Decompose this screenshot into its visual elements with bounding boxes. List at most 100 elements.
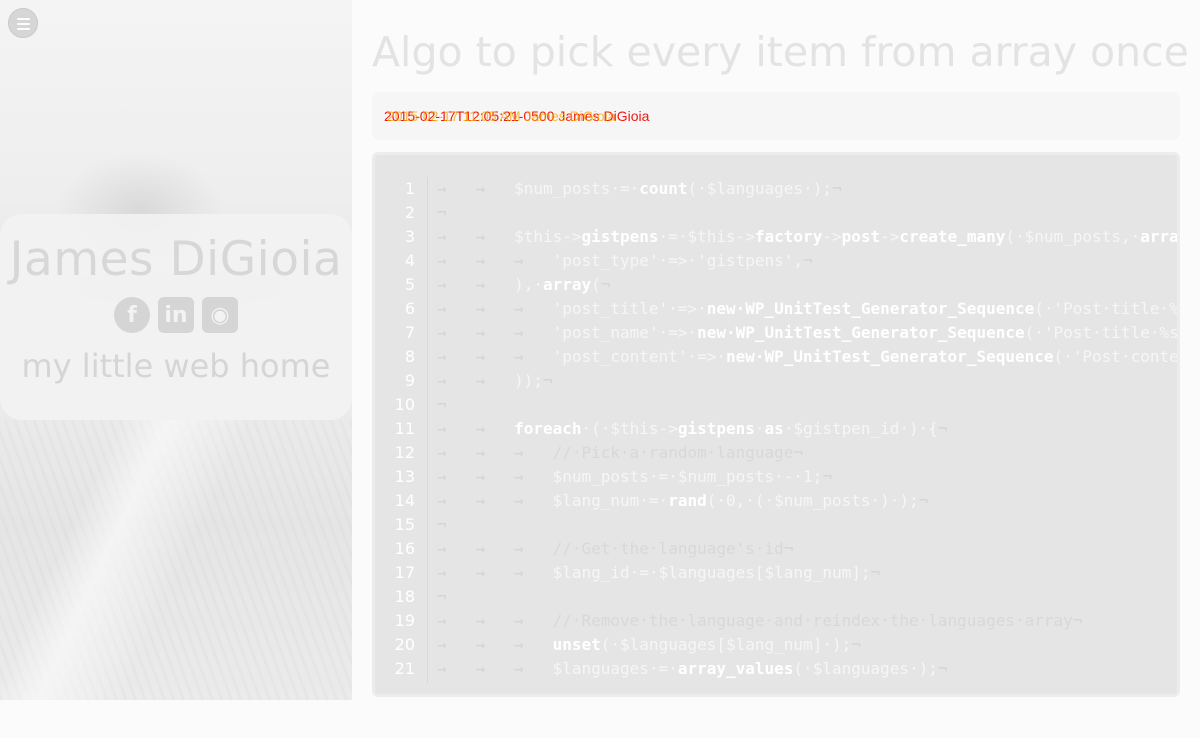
code-token: $this-> <box>514 227 582 246</box>
code-token: → → → <box>437 299 553 318</box>
site-tagline: my little web home <box>21 347 331 385</box>
line-number: 5 <box>404 275 415 294</box>
code-token: → → → <box>437 347 553 366</box>
code-token: → → → <box>437 443 553 462</box>
code-line: → → → $lang_num·=·rand(·0,·(·$num_posts·… <box>437 489 1177 513</box>
code-token: (·$languages·); <box>793 659 938 678</box>
line-number: 3 <box>404 227 415 246</box>
code-comment: //·Remove·the·language·and·reindex·the·l… <box>552 611 1073 630</box>
code-token: array_values <box>677 659 794 678</box>
code-line: → → → 'post_name'·=>·new·WP_UnitTest_Gen… <box>437 321 1177 345</box>
line-number: 4 <box>404 251 415 270</box>
code-line: → → → $languages·=·array_values(·$langua… <box>437 657 1177 681</box>
line-number: 15 <box>394 515 415 534</box>
code-line: ¬ <box>437 393 1177 417</box>
code-block: 1 2 3 4 5 6 7 8 9 10 11 12 13 14 15 16 17 18 19 20 21 → → $n… <box>372 152 1180 697</box>
code-token: as <box>764 419 784 438</box>
line-number: 8 <box>404 347 415 366</box>
code-line: → → → //·Pick·a·random·language¬ <box>437 441 1177 465</box>
code-token: (·'Post·title·%s'·), <box>1024 323 1179 342</box>
code-token: (·$languages·); <box>687 179 832 198</box>
code-token: $lang_num·=· <box>552 491 669 510</box>
code-line: ¬ <box>437 513 1177 537</box>
line-number-gutter: 1 2 3 4 5 6 7 8 9 10 11 12 13 14 15 16 17 18 19 20 21 <box>375 177 428 683</box>
line-number: 6 <box>404 299 415 318</box>
line-number: 21 <box>394 659 415 678</box>
post-meta: 2015-02-17T12:05:21-0500 James DiGioia 2… <box>384 108 649 124</box>
background-photo <box>0 420 352 700</box>
line-number: 19 <box>394 611 415 630</box>
code-line: → → → $num_posts·=·$num_posts·-·1;¬ <box>437 465 1177 489</box>
code-line: → → ),·array(¬ <box>437 273 1177 297</box>
code-token: → → <box>437 179 515 198</box>
code-token: -> <box>822 227 842 246</box>
github-icon[interactable]: ◉ <box>202 297 238 333</box>
code-line: → → → 'post_type'·=>·'gistpens',¬ <box>437 249 1177 273</box>
line-number: 13 <box>394 467 415 486</box>
code-line: → → ));¬ <box>437 369 1177 393</box>
code-token: ¬ <box>918 491 929 510</box>
code-token: gistpens <box>677 419 755 438</box>
code-token: → → → <box>437 491 553 510</box>
code-token: ·=·$this-> <box>658 227 755 246</box>
code-line: → → foreach·(·$this->gistpens·as·$gistpe… <box>437 417 1177 441</box>
code-line: → → → 'post_content'·=>·new·WP_UnitTest_… <box>437 345 1177 369</box>
code-line: → → → unset(·$languages[$lang_num]·);¬ <box>437 633 1177 657</box>
page: James DiGioia f in ◉ my little web home … <box>0 0 1200 738</box>
code-token: 'post_name'·=>· <box>552 323 698 342</box>
line-number: 10 <box>394 395 415 414</box>
code-token: (·0,·(·$num_posts·)·); <box>706 491 919 510</box>
code-line: → → → //·Get·the·language's·id¬ <box>437 537 1177 561</box>
code-token: ¬ <box>793 443 804 462</box>
site-author-name[interactable]: James DiGioia <box>0 232 352 287</box>
code-token: (·$num_posts,· <box>1005 227 1141 246</box>
code-lines: → → $num_posts·=·count(·$languages·);¬ ¬ →… <box>437 177 1177 681</box>
linkedin-icon[interactable]: in <box>158 297 194 333</box>
code-token: array <box>542 275 592 294</box>
code-token: ¬ <box>803 251 813 270</box>
code-token: ¬ <box>542 371 553 390</box>
code-token: ( <box>591 275 601 294</box>
code-token: → → → <box>437 539 553 558</box>
code-token: ¬ <box>937 419 948 438</box>
code-token: 'post_content'·=>· <box>552 347 726 366</box>
code-comment: //·Pick·a·random·language <box>552 443 794 462</box>
code-token: (·$languages[$lang_num]·); <box>600 635 852 654</box>
code-token: )); <box>514 371 543 390</box>
code-line: ¬ <box>437 201 1177 225</box>
code-token: $num_posts·=· <box>514 179 640 198</box>
code-line: ¬ <box>437 585 1177 609</box>
code-token: → → → <box>437 251 553 270</box>
code-token: ·$gistpen_id·)·{ <box>783 419 938 438</box>
code-token: create_many <box>899 227 1006 246</box>
code-token: → → <box>437 275 515 294</box>
facebook-icon[interactable]: f <box>114 297 150 333</box>
code-token: → → → <box>437 659 553 678</box>
code-line: → → $this->gistpens·=·$this->factory->po… <box>437 225 1177 249</box>
line-number: 9 <box>404 371 415 390</box>
code-token: → → → <box>437 563 553 582</box>
code-token: 'post_title'·=>· <box>552 299 707 318</box>
code-token: ¬ <box>783 539 794 558</box>
code-token: ¬ <box>437 587 447 606</box>
code-token: ·(·$this-> <box>581 419 678 438</box>
code-token: $num_posts·=·$num_posts·-·1; <box>552 467 823 486</box>
code-token: ¬ <box>851 635 861 654</box>
code-token: → → <box>437 371 515 390</box>
code-token: ¬ <box>822 467 832 486</box>
sidebar: James DiGioia f in ◉ my little web home <box>0 0 352 700</box>
code-token: (·'Post·title·%s'·), <box>1034 299 1179 318</box>
code-token: ),· <box>514 275 543 294</box>
profile-card: James DiGioia f in ◉ my little web home <box>0 214 352 420</box>
code-token: new·WP_UnitTest_Generator_Sequence <box>697 323 1025 342</box>
code-token: $languages·=· <box>552 659 678 678</box>
code-token: · <box>754 419 765 438</box>
code-token: → → → <box>437 323 553 342</box>
line-number: 12 <box>394 443 415 462</box>
social-links: f in ◉ <box>0 297 352 333</box>
line-number: 17 <box>394 563 415 582</box>
code-token: → → → <box>437 635 553 654</box>
hamburger-menu-icon[interactable] <box>8 8 38 38</box>
code-token: ¬ <box>437 515 447 534</box>
code-token: array <box>1140 227 1179 246</box>
